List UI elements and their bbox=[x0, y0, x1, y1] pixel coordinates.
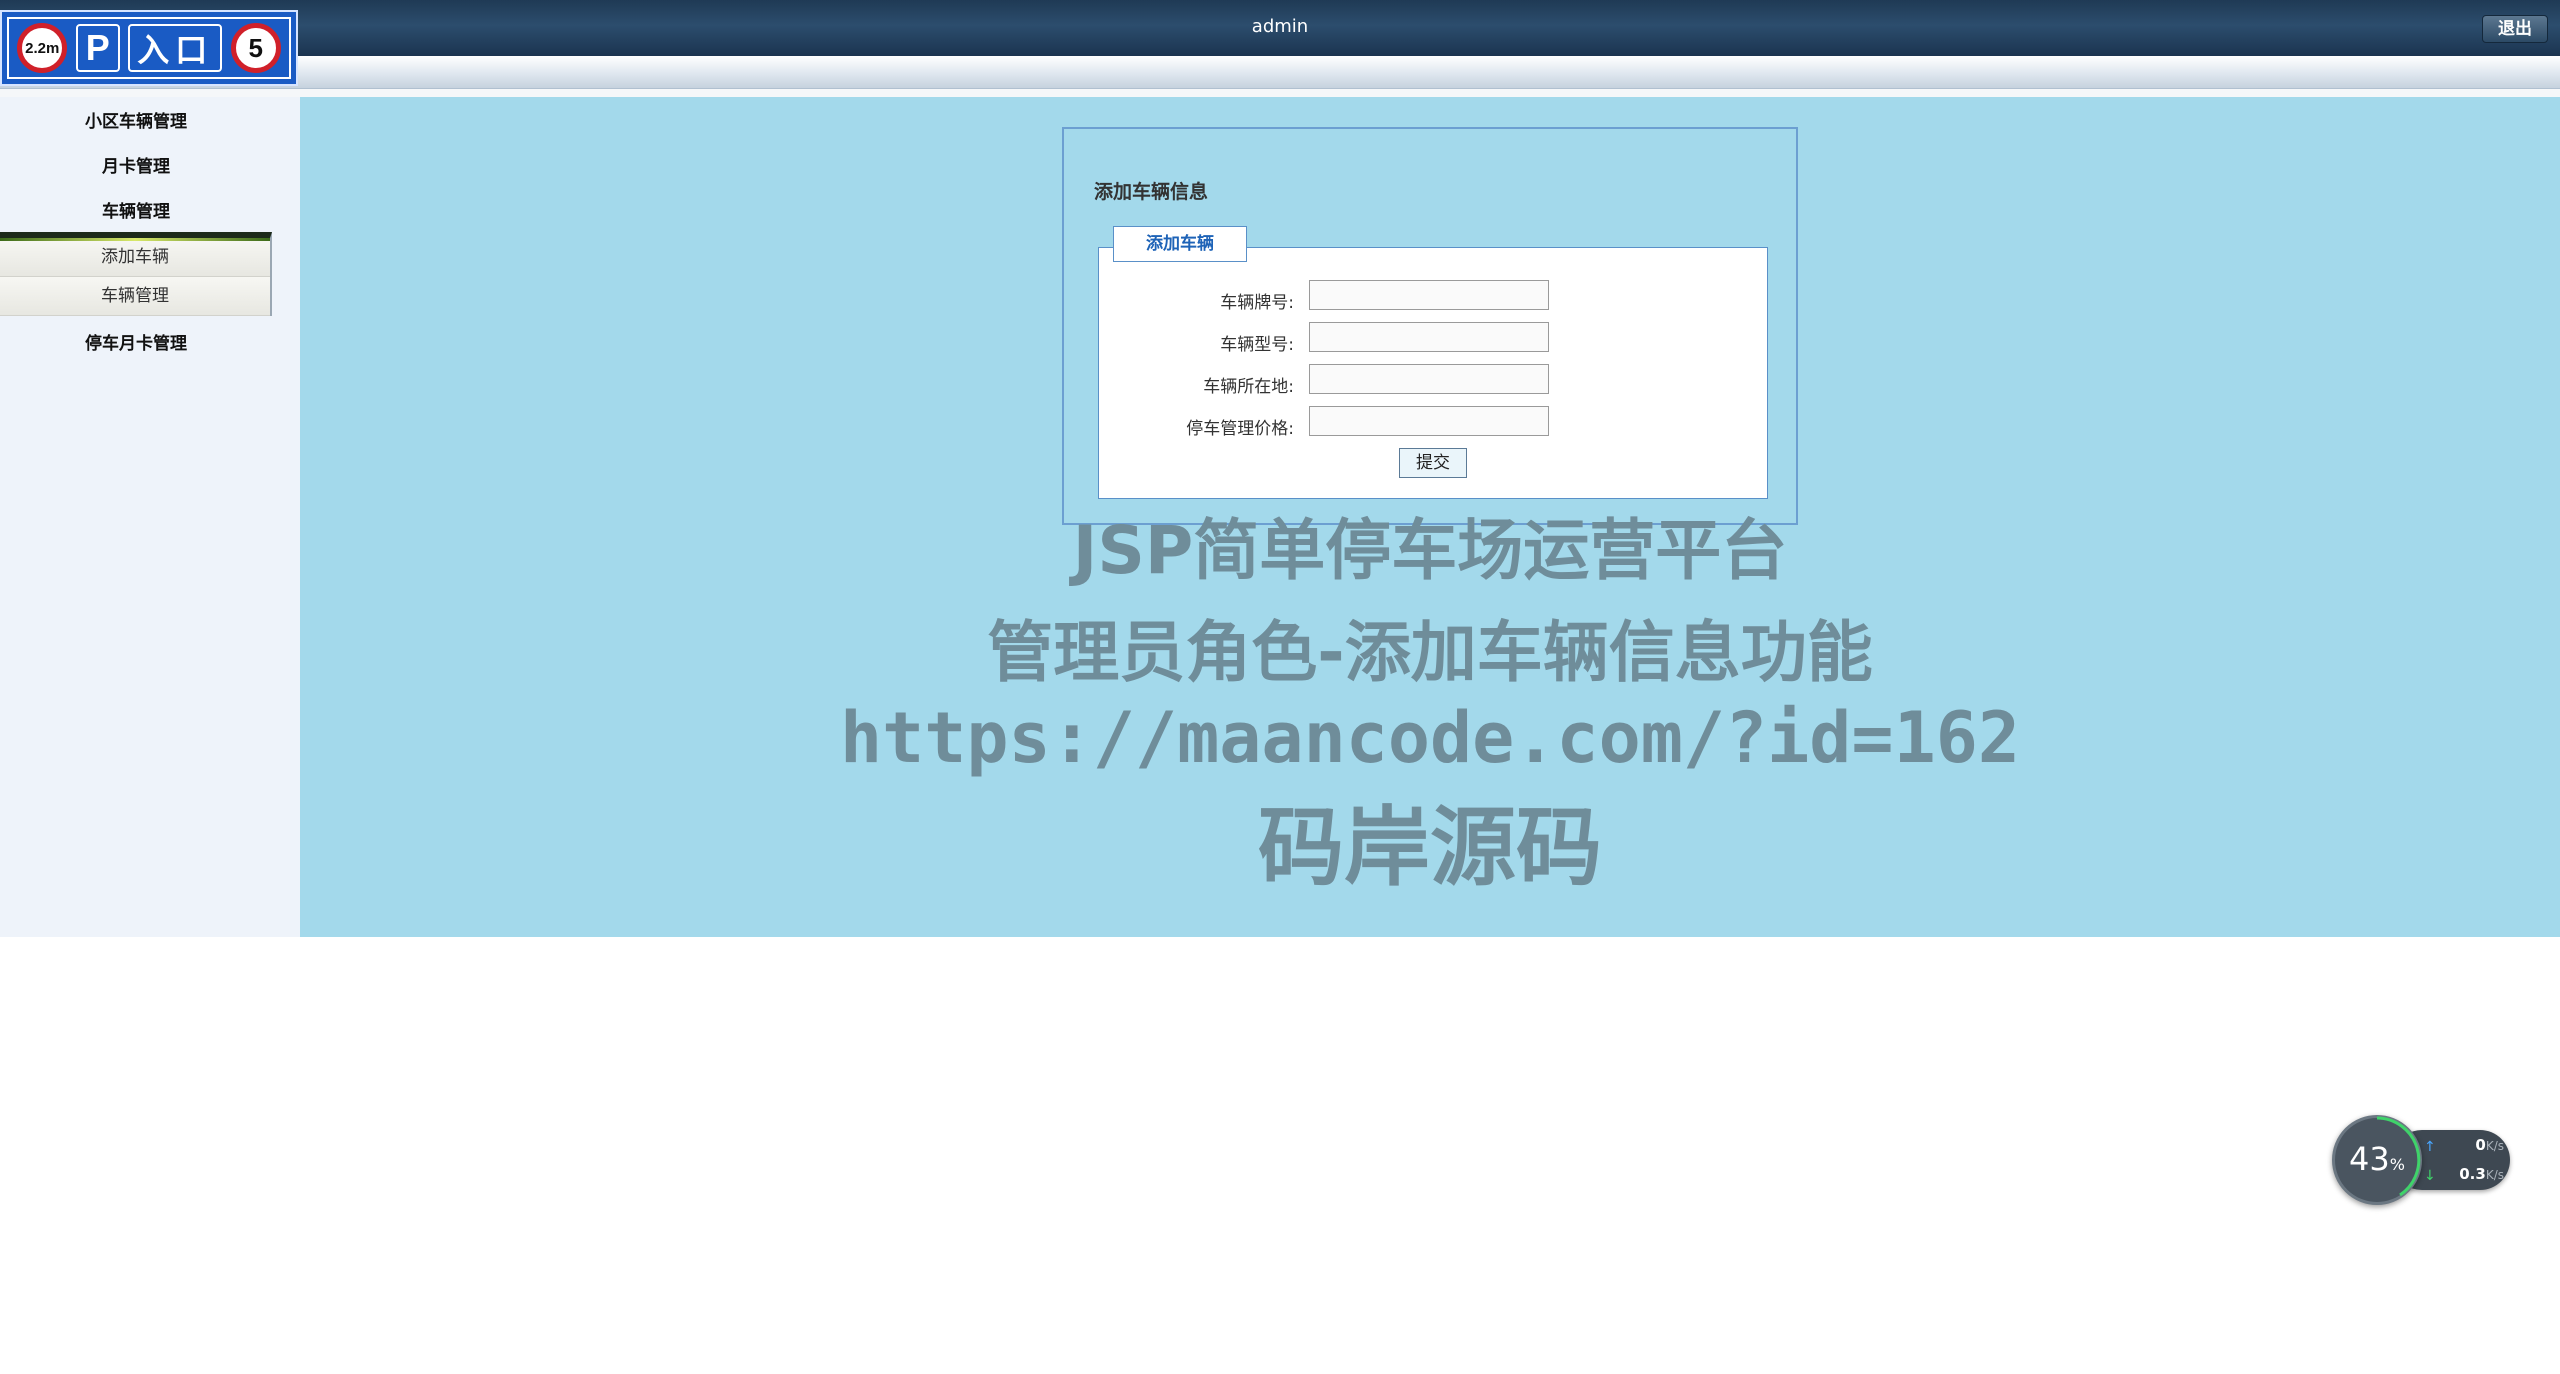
speed-limit-text: 5 bbox=[248, 32, 263, 63]
parking-price-input[interactable] bbox=[1309, 406, 1549, 436]
logo-frame: 2.2m P 入口 5 bbox=[7, 17, 291, 79]
form-row-location: 车辆所在地: bbox=[1099, 364, 1769, 398]
entrance-text: 入口 bbox=[137, 32, 214, 68]
fieldset-legend: 添加车辆 bbox=[1113, 226, 1247, 262]
speed-limit-sign-icon: 5 bbox=[230, 23, 281, 73]
page-title: 添加车辆信息 bbox=[1094, 181, 1209, 203]
parking-price-label: 停车管理价格: bbox=[1186, 419, 1294, 439]
network-speed-widget[interactable]: ↑ 0K/s ↓ 0.3K/s 43% bbox=[2332, 1115, 2512, 1205]
download-unit: K/s bbox=[2485, 1168, 2504, 1182]
form-row-plate: 车辆牌号: bbox=[1099, 280, 1769, 314]
add-vehicle-fieldset: 添加车辆 车辆牌号: 车辆型号: 车辆所在地: 停车管理价格: 提交 bbox=[1098, 226, 1769, 499]
upload-unit: K/s bbox=[2485, 1139, 2504, 1153]
cpu-usage-arc-icon bbox=[2376, 1116, 2421, 1197]
download-speed: 0.3K/s bbox=[2434, 1165, 2504, 1183]
vehicle-model-label: 车辆型号: bbox=[1220, 335, 1294, 355]
parking-sign-icon: P bbox=[75, 24, 120, 72]
upload-speed: 0K/s bbox=[2434, 1136, 2504, 1154]
sidebar-item-parking-monthly-card[interactable]: 停车月卡管理 bbox=[0, 329, 272, 354]
submenu-item-add-vehicle[interactable]: 添加车辆 bbox=[0, 238, 270, 277]
add-vehicle-panel: 添加车辆信息 添加车辆 车辆牌号: 车辆型号: 车辆所在地: 停车管理价格: 提… bbox=[1062, 127, 1798, 525]
plate-number-label: 车辆牌号: bbox=[1220, 293, 1294, 313]
parking-logo[interactable]: 2.2m P 入口 5 bbox=[0, 10, 298, 86]
watermark-brand: 码岸源码 bbox=[1258, 798, 1602, 898]
height-limit-sign-icon: 2.2m bbox=[17, 23, 68, 73]
top-header: admin 退出 bbox=[0, 0, 2560, 56]
upload-value: 0 bbox=[2475, 1136, 2486, 1154]
parking-letter: P bbox=[85, 27, 110, 68]
header-sub-bar bbox=[0, 56, 2560, 89]
sidebar-item-community-vehicles[interactable]: 小区车辆管理 bbox=[0, 107, 272, 132]
main-content: 添加车辆信息 添加车辆 车辆牌号: 车辆型号: 车辆所在地: 停车管理价格: 提… bbox=[300, 97, 2560, 937]
vehicle-location-input[interactable] bbox=[1309, 364, 1549, 394]
vehicle-location-label: 车辆所在地: bbox=[1203, 377, 1294, 397]
header-divider bbox=[0, 89, 2560, 97]
logout-button[interactable]: 退出 bbox=[2482, 15, 2548, 43]
watermark-title: JSP简单停车场运营平台 bbox=[1072, 512, 1788, 589]
watermark-subtitle: 管理员角色-添加车辆信息功能 bbox=[987, 614, 1873, 691]
sidebar: 小区车辆管理 月卡管理 车辆管理 添加车辆 车辆管理 停车月卡管理 bbox=[0, 97, 300, 937]
vehicle-submenu: 添加车辆 车辆管理 bbox=[0, 232, 272, 316]
sidebar-item-vehicle-management[interactable]: 车辆管理 bbox=[0, 197, 272, 222]
height-limit-text: 2.2m bbox=[25, 39, 60, 57]
download-value: 0.3 bbox=[2459, 1165, 2486, 1183]
form-row-price: 停车管理价格: bbox=[1099, 406, 1769, 440]
vehicle-model-input[interactable] bbox=[1309, 322, 1549, 352]
submenu-item-vehicle-management[interactable]: 车辆管理 bbox=[0, 277, 270, 316]
sidebar-item-monthly-card[interactable]: 月卡管理 bbox=[0, 152, 272, 177]
current-username: admin bbox=[1251, 16, 1309, 37]
form-row-model: 车辆型号: bbox=[1099, 322, 1769, 356]
watermark-url: https://maancode.com/?id=162 bbox=[839, 697, 2021, 779]
submit-button[interactable]: 提交 bbox=[1399, 448, 1467, 478]
plate-number-input[interactable] bbox=[1309, 280, 1549, 310]
entrance-sign: 入口 bbox=[128, 24, 223, 72]
